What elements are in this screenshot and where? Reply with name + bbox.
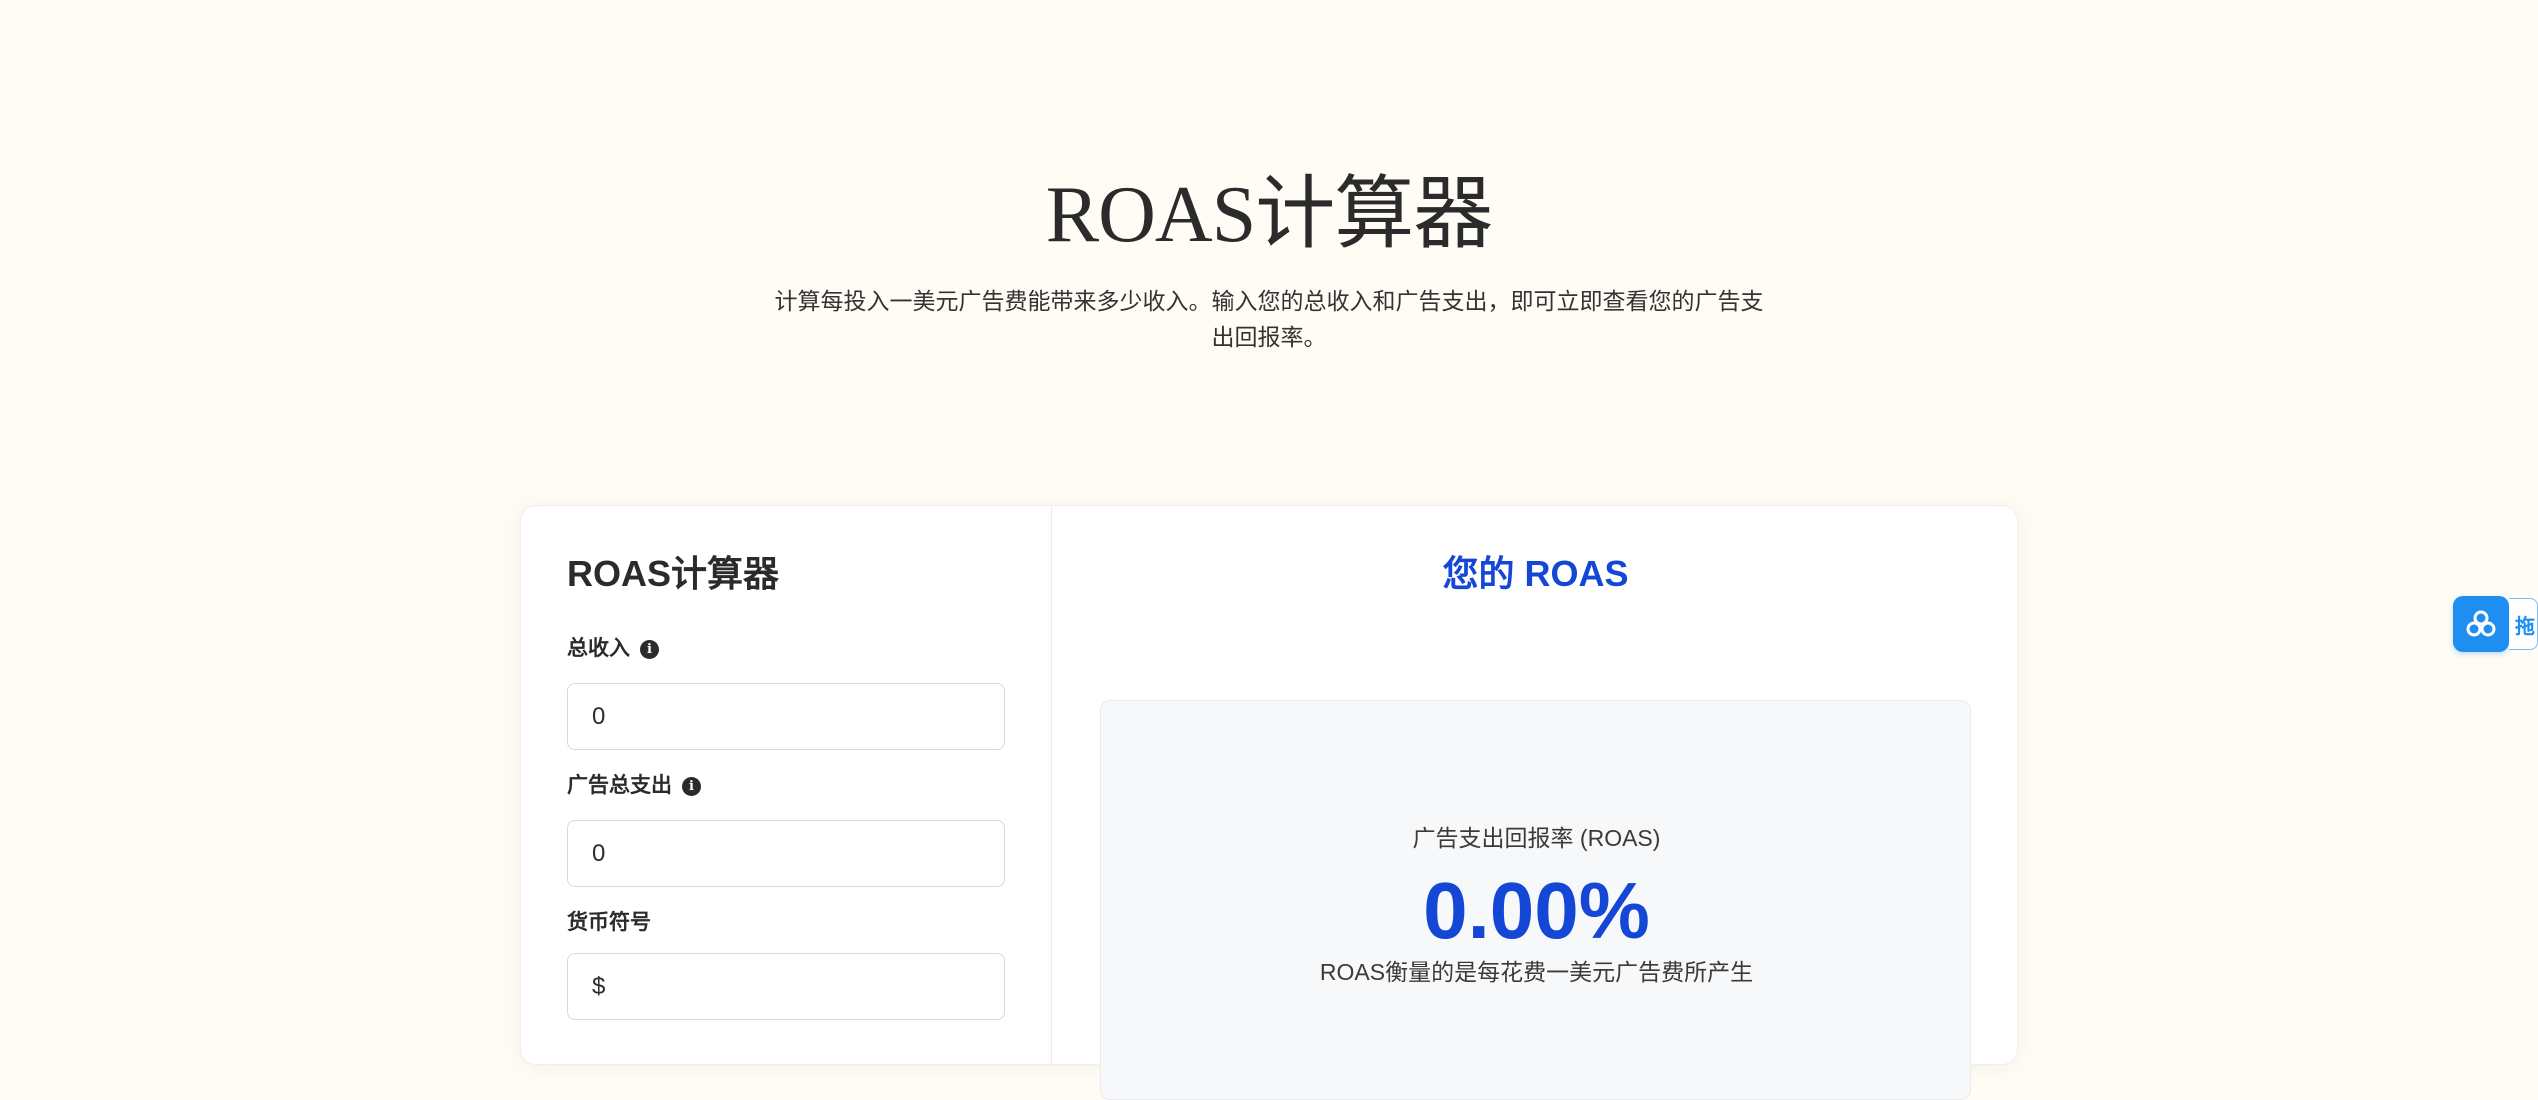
revenue-input[interactable]: 0 [567, 683, 1005, 750]
currency-label: 货币符号 [567, 909, 651, 937]
currency-input[interactable]: $ [567, 953, 1005, 1020]
revenue-label-text: 总收入 [567, 637, 630, 660]
revenue-label: 总收入 i [567, 635, 659, 663]
result-label: 广告支出回报率 (ROAS) [1412, 825, 1661, 851]
info-icon[interactable]: i [640, 639, 659, 659]
floating-widget-label[interactable]: 拖 [2509, 598, 2538, 650]
result-panel: 您的 ROAS 广告支出回报率 (ROAS) 0.00% ROAS衡量的是每花费… [1052, 506, 2019, 1100]
floating-widget[interactable]: 拖 [2453, 596, 2538, 652]
ad-spend-input-value: 0 [592, 839, 606, 867]
info-icon[interactable]: i [682, 776, 701, 796]
calculator-card: ROAS计算器 总收入 i 0 广告总支出 i 0 货币符号 $ 您的 ROAS… [520, 505, 2019, 1100]
roas-value: 0.00% [1423, 866, 1650, 955]
result-box: 广告支出回报率 (ROAS) 0.00% ROAS衡量的是每花费一美元广告费所产… [1100, 700, 1971, 1100]
ad-spend-input[interactable]: 0 [567, 820, 1005, 887]
ad-spend-label: 广告总支出 i [567, 772, 701, 800]
currency-label-text: 货币符号 [567, 911, 651, 934]
result-note: ROAS衡量的是每花费一美元广告费所产生 [1319, 959, 1754, 985]
result-title: 您的 ROAS [1442, 553, 1629, 594]
cloud-icon[interactable] [2453, 596, 2509, 652]
page-description: 计算每投入一美元广告费能带来多少收入。输入您的总收入和广告支出，即可立即查看您的… [774, 288, 1764, 350]
revenue-input-value: 0 [592, 702, 606, 730]
input-panel: ROAS计算器 总收入 i 0 广告总支出 i 0 货币符号 $ [521, 506, 1052, 1064]
currency-input-value: $ [592, 972, 606, 1000]
ad-spend-label-text: 广告总支出 [567, 774, 672, 797]
page-title: ROAS计算器 [1045, 171, 1493, 259]
panel-title: ROAS计算器 [567, 553, 780, 594]
